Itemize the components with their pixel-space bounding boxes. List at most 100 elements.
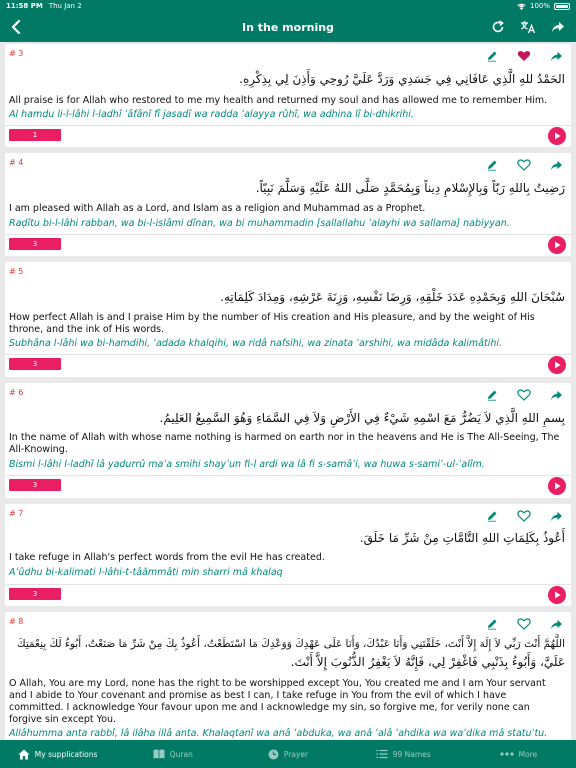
status-time: 11:58 PM — [6, 2, 43, 10]
arabic-text: الحَمْدُ للهِ الَّذِي عَافَانِي فِي جَسَ… — [239, 72, 565, 86]
card-number: # 3 — [9, 49, 24, 58]
tab-label: 99 Names — [392, 749, 431, 759]
tab-prayer[interactable]: Prayer — [230, 740, 345, 768]
status-bar: 11:58 PM Thu Jan 2 100% — [0, 0, 576, 12]
play-icon — [554, 591, 560, 599]
arabic-text-line-1: اللَّهُمَّ أَنْتَ رَبِّي لاَ إِلَهَ إِلا… — [16, 638, 565, 650]
supplication-card: # 5 سُبْحَانَ اللهِ وَبِحَمْدِهِ عَدَدَ … — [5, 262, 571, 377]
tab-99-names[interactable]: 99 Names — [346, 740, 461, 768]
heart-filled-icon — [517, 51, 531, 61]
favorite-button[interactable] — [515, 156, 533, 174]
play-button[interactable] — [548, 127, 566, 145]
battery-icon — [554, 2, 570, 10]
edit-button[interactable] — [483, 47, 501, 65]
supplication-card: # 3 الحَمْدُ للهِ الَّذِي عَافَانِي فِي … — [5, 44, 571, 147]
arabic-text: أَعُوذُ بِكَلِمَاتِ اللهِ التَّامَّاتِ م… — [359, 531, 565, 545]
favorite-button[interactable] — [515, 386, 533, 404]
heart-outline-icon — [517, 618, 531, 630]
repeat-counter[interactable]: 3 — [9, 358, 61, 370]
play-icon — [554, 241, 560, 249]
chevron-left-icon — [11, 20, 21, 34]
more-icon — [500, 752, 514, 756]
card-number: # 5 — [9, 267, 24, 276]
share-button[interactable] — [547, 507, 565, 525]
status-date: Thu Jan 2 — [48, 2, 82, 10]
translate-button[interactable] — [518, 17, 538, 37]
share-icon — [550, 511, 562, 521]
card-number: # 4 — [9, 158, 24, 167]
tab-quran[interactable]: Quran — [115, 740, 230, 768]
back-button[interactable] — [6, 17, 26, 37]
supplication-card: # 4 رَضِيتُ بِاللهِ رَبّاً وَبِالإِسْلام… — [5, 153, 571, 256]
refresh-icon — [492, 20, 504, 33]
repeat-counter[interactable]: 1 — [9, 129, 61, 141]
translation-text: O Allah, You are my Lord, none has the r… — [9, 678, 546, 725]
edit-button[interactable] — [483, 507, 501, 525]
transliteration-text: Al hamdu li-l-lâhi l-ladhî ʿâfânî fî jas… — [9, 109, 414, 120]
heart-outline-icon — [517, 510, 531, 522]
translation-text: How perfect Allah is and I praise Him by… — [9, 312, 535, 335]
share-icon — [550, 619, 562, 629]
favorite-button[interactable] — [515, 47, 533, 65]
transliteration-text: Aʿûdhu bi-kalimati l-lâhi-t-tâămmâti min… — [9, 567, 283, 578]
play-button[interactable] — [548, 586, 566, 604]
transliteration-text: Raḍîtu bi-l-lâhi rabban, wa bi-l-islâmi … — [9, 218, 510, 229]
tab-bar: My supplications Quran Prayer 99 Names M… — [0, 740, 576, 768]
edit-button[interactable] — [483, 615, 501, 633]
share-icon — [550, 160, 562, 170]
transliteration-text: Allâhumma anta rabbî, lâ ilâha illâ anta… — [9, 728, 548, 739]
tab-more[interactable]: More — [461, 740, 576, 768]
transliteration-text: Subhâna l-lâhi wa bi-hamdihi, ʿadada kha… — [9, 338, 503, 349]
play-button[interactable] — [548, 236, 566, 254]
pencil-icon — [488, 619, 497, 630]
tab-label: Quran — [169, 749, 193, 759]
favorite-button[interactable] — [515, 507, 533, 525]
card-divider — [5, 584, 571, 585]
play-button[interactable] — [548, 356, 566, 374]
edit-button[interactable] — [483, 386, 501, 404]
pencil-icon — [488, 390, 497, 401]
nav-bar: In the morning — [0, 12, 576, 42]
share-button[interactable] — [547, 156, 565, 174]
supplication-card: # 7 أَعُوذُ بِكَلِمَاتِ اللهِ التَّامَّا… — [5, 504, 571, 606]
share-header-button[interactable] — [548, 17, 568, 37]
pencil-icon — [488, 511, 497, 522]
play-icon — [554, 132, 560, 140]
repeat-counter[interactable]: 3 — [9, 238, 61, 250]
arabic-text: رَضِيتُ بِاللهِ رَبّاً وَبِالإِسْلامِ دِ… — [255, 181, 565, 195]
clock-icon — [268, 749, 279, 759]
share-icon — [550, 51, 562, 61]
transliteration-text: Bismi l-lâhi l-ladhî lâ yadurrû maʿa smi… — [9, 459, 485, 470]
page-title: In the morning — [242, 20, 334, 34]
translate-icon — [521, 21, 536, 34]
play-button[interactable] — [548, 477, 566, 495]
wifi-icon — [517, 3, 526, 10]
favorite-button[interactable] — [515, 615, 533, 633]
home-icon — [18, 749, 30, 759]
translation-text: All praise is for Allah who restored to … — [9, 95, 548, 106]
share-button[interactable] — [547, 386, 565, 404]
book-icon — [153, 749, 165, 759]
heart-outline-icon — [517, 389, 531, 401]
translation-text: I take refuge in Allah's perfect words f… — [9, 552, 325, 563]
share-button[interactable] — [547, 47, 565, 65]
play-icon — [554, 361, 560, 369]
tab-my-supplications[interactable]: My supplications — [0, 740, 115, 768]
share-button[interactable] — [547, 615, 565, 633]
pencil-icon — [488, 51, 497, 62]
battery-percent: 100% — [529, 2, 550, 10]
supplication-list[interactable]: # 3 الحَمْدُ للهِ الَّذِي عَافَانِي فِي … — [0, 44, 576, 740]
supplication-card: # 6 بِسمِ اللهِ الَّذِي لاَ يَضُرُّ مَعَ… — [5, 383, 571, 498]
refresh-button[interactable] — [488, 17, 508, 37]
arabic-text: سُبْحَانَ اللهِ وَبِحَمْدِهِ عَدَدَ خَلْ… — [220, 290, 565, 304]
card-divider — [5, 475, 571, 476]
play-icon — [554, 482, 560, 490]
pencil-icon — [488, 160, 497, 171]
edit-button[interactable] — [483, 156, 501, 174]
tab-label: My supplications — [34, 749, 98, 759]
repeat-counter[interactable]: 3 — [9, 479, 61, 491]
share-icon — [550, 390, 562, 400]
translation-text: In the name of Allah with whose name not… — [9, 432, 560, 455]
repeat-counter[interactable]: 3 — [9, 588, 61, 600]
list-icon — [376, 749, 388, 759]
